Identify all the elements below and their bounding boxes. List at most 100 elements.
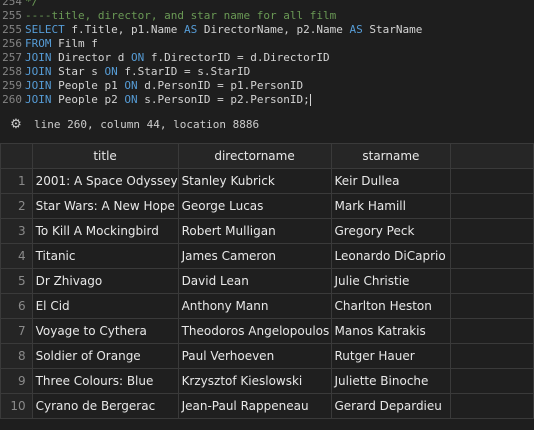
cell-directorname[interactable]: Krzysztof Kieslowski [177, 368, 332, 394]
sql-keyword: JOIN [25, 93, 52, 106]
cell-directorname[interactable]: Robert Mulligan [177, 218, 332, 244]
cell-title[interactable]: Titanic [31, 243, 179, 269]
sql-keyword: JOIN [25, 51, 52, 64]
row-number: 1 [0, 168, 33, 194]
sql-comment: */ [25, 0, 39, 8]
sql-keyword: ON [130, 51, 145, 64]
cell-directorname[interactable]: Stanley Kubrick [177, 168, 332, 194]
results-table: title directorname starname 1 2001: A Spa… [0, 143, 534, 419]
empty-cell [450, 368, 534, 394]
sql-text: f.DirectorID = d.DirectorID [144, 51, 330, 64]
status-bar: ⚙ line 260, column 44, location 8886 [0, 112, 534, 136]
sql-text: d.PersonID = p1.PersonID [137, 79, 304, 92]
cell-title[interactable]: 2001: A Space Odyssey [31, 168, 179, 194]
column-header-title[interactable]: title [31, 143, 179, 169]
line-number: 256 [2, 37, 22, 50]
gear-icon[interactable]: ⚙ [9, 117, 23, 131]
table-row[interactable]: 1 2001: A Space Odyssey Stanley Kubrick Kei… [0, 168, 534, 194]
row-number: 5 [0, 268, 33, 294]
cell-starname[interactable]: Gerard Depardieu [330, 393, 452, 419]
code-line: 257 JOIN Director d ON f.DirectorID = d.D… [0, 51, 330, 65]
sql-text: Star s [51, 65, 105, 78]
cell-directorname[interactable]: Jean-Paul Rappeneau [177, 393, 332, 419]
empty-cell [450, 193, 534, 219]
table-row[interactable]: 9 Three Colours: Blue Krzysztof Kieslowski… [0, 368, 534, 394]
line-number: 258 [2, 65, 22, 78]
cell-title[interactable]: Soldier of Orange [31, 343, 179, 369]
table-row[interactable]: 6 El Cid Anthony Mann Charlton Heston [0, 293, 534, 319]
cell-directorname[interactable]: Paul Verhoeven [177, 343, 332, 369]
cell-starname[interactable]: Mark Hamill [330, 193, 452, 219]
cell-starname[interactable]: Leonardo DiCaprio [330, 243, 452, 269]
text-cursor [309, 94, 311, 106]
sql-text: Director d [51, 51, 131, 64]
cell-title[interactable]: El Cid [31, 293, 179, 319]
sql-text: People p2 [51, 93, 125, 106]
cell-directorname[interactable]: George Lucas [177, 193, 332, 219]
table-row[interactable]: 3 To Kill A Mockingbird Robert Mulligan Gre… [0, 218, 534, 244]
cell-title[interactable]: Cyrano de Bergerac [31, 393, 179, 419]
sql-text: f.Title, p1.Name [64, 23, 184, 36]
sql-keyword: FROM [25, 37, 52, 50]
row-number: 9 [0, 368, 33, 394]
line-number: 255 [2, 23, 22, 36]
cell-title[interactable]: Star Wars: A New Hope [31, 193, 179, 219]
empty-cell [450, 343, 534, 369]
line-number: 257 [2, 51, 22, 64]
empty-cell [450, 218, 534, 244]
empty-cell [450, 268, 534, 294]
row-number: 8 [0, 343, 33, 369]
column-header-starname[interactable]: starname [330, 143, 452, 169]
code-line: 255 SELECT f.Title, p1.Name AS DirectorNa… [0, 23, 422, 37]
sql-comment: ----title, director, and star name for a… [25, 9, 337, 22]
table-row[interactable]: 10 Cyrano de Bergerac Jean-Paul Rappeneau G… [0, 393, 534, 419]
table-row[interactable]: 5 Dr Zhivago David Lean Julie Christie [0, 268, 534, 294]
code-line: 255 ----title, director, and star name fo… [0, 9, 336, 23]
row-number: 6 [0, 293, 33, 319]
results-grid[interactable]: title directorname starname 1 2001: A Spa… [0, 143, 534, 430]
sql-text: People p1 [51, 79, 125, 92]
cell-starname[interactable]: Gregory Peck [330, 218, 452, 244]
cell-title[interactable]: To Kill A Mockingbird [31, 218, 179, 244]
row-number: 4 [0, 243, 33, 269]
line-number: 260 [2, 93, 22, 106]
cell-directorname[interactable]: David Lean [177, 268, 332, 294]
empty-cell [450, 318, 534, 344]
line-number: 254 [2, 0, 22, 8]
cell-starname[interactable]: Julie Christie [330, 268, 452, 294]
cell-title[interactable]: Dr Zhivago [31, 268, 179, 294]
code-line: 254 */ [0, 0, 38, 9]
cell-starname[interactable]: Keir Dullea [330, 168, 452, 194]
cell-directorname[interactable]: Theodoros Angelopoulos [177, 318, 332, 344]
empty-cell [450, 393, 534, 419]
sql-keyword: SELECT [25, 23, 65, 36]
sql-keyword: JOIN [25, 79, 52, 92]
sql-text: f.StarID = s.StarID [117, 65, 251, 78]
cell-directorname[interactable]: James Cameron [177, 243, 332, 269]
table-row[interactable]: 2 Star Wars: A New Hope George Lucas Mark H… [0, 193, 534, 219]
sql-text: s.PersonID = p2.PersonID; [137, 93, 310, 106]
sql-keyword: ON [124, 93, 138, 106]
row-number-header [0, 143, 33, 169]
sql-keyword: JOIN [25, 65, 52, 78]
empty-cell [450, 293, 534, 319]
sql-keyword: AS [349, 23, 363, 36]
row-number: 7 [0, 318, 33, 344]
cell-directorname[interactable]: Anthony Mann [177, 293, 332, 319]
cell-title[interactable]: Three Colours: Blue [31, 368, 179, 394]
row-number: 2 [0, 193, 33, 219]
line-number: 255 [2, 9, 22, 22]
cell-starname[interactable]: Charlton Heston [330, 293, 452, 319]
sql-text: StarName [362, 23, 423, 36]
table-row[interactable]: 7 Voyage to Cythera Theodoros Angelopoulos… [0, 318, 534, 344]
column-header-directorname[interactable]: directorname [177, 143, 332, 169]
code-line: 258 JOIN Star s ON f.StarID = s.StarID [0, 65, 250, 79]
table-row[interactable]: 4 Titanic James Cameron Leonardo DiCaprio [0, 243, 534, 269]
cell-title[interactable]: Voyage to Cythera [31, 318, 179, 344]
cell-starname[interactable]: Juliette Binoche [330, 368, 452, 394]
cell-starname[interactable]: Rutger Hauer [330, 343, 452, 369]
cell-starname[interactable]: Manos Katrakis [330, 318, 452, 344]
sql-keyword: AS [183, 23, 198, 36]
sql-editor[interactable]: 254 */255 ----title, director, and star na… [0, 0, 534, 108]
table-row[interactable]: 8 Soldier of Orange Paul Verhoeven Rutger H… [0, 343, 534, 369]
